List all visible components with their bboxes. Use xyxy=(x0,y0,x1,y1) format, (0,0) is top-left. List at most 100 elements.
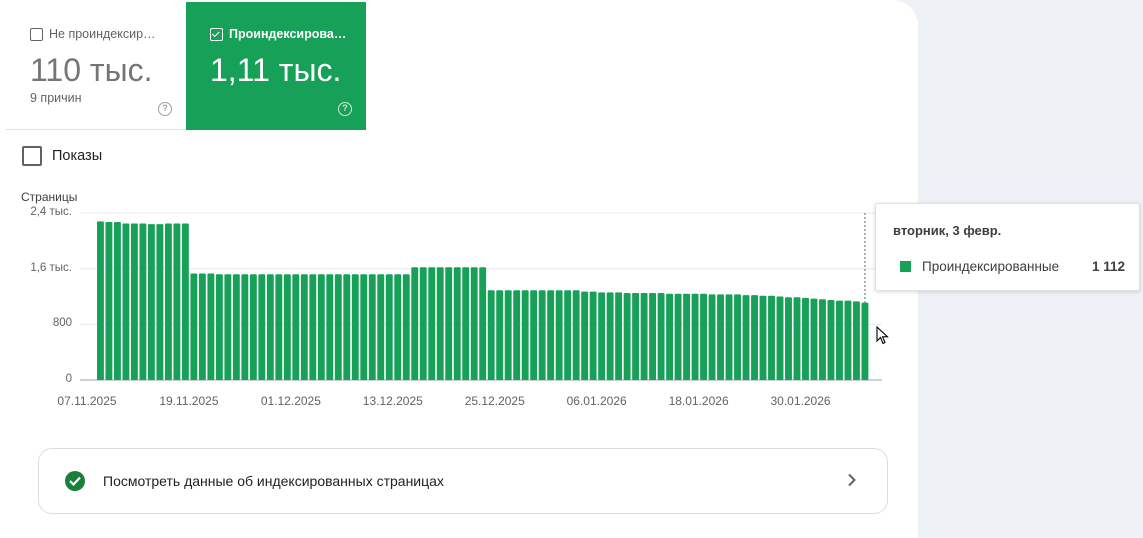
chart-bar[interactable] xyxy=(717,294,724,380)
chart-bar[interactable] xyxy=(453,267,461,380)
chart-bar[interactable] xyxy=(555,290,563,380)
chart-bar[interactable] xyxy=(581,291,589,380)
chart-bar[interactable] xyxy=(470,267,478,380)
chart-bar[interactable] xyxy=(428,267,436,380)
chart-bar[interactable] xyxy=(309,274,317,380)
chart-bar[interactable] xyxy=(776,296,784,381)
chart-bar[interactable] xyxy=(844,300,852,380)
chart-bar[interactable] xyxy=(215,274,223,380)
chart-bar[interactable] xyxy=(734,294,741,380)
chart-bar[interactable] xyxy=(139,223,147,380)
chart-tooltip: вторник, 3 февр. Проиндексированные 1 11… xyxy=(875,203,1140,291)
chart-bar[interactable] xyxy=(683,293,691,380)
chart-bar[interactable] xyxy=(538,290,546,380)
chart-bar[interactable] xyxy=(266,274,274,380)
chart-bar[interactable] xyxy=(258,274,266,380)
chart-bar[interactable] xyxy=(819,299,826,380)
chart-bar[interactable] xyxy=(351,274,359,380)
chart-bar[interactable] xyxy=(283,274,291,380)
chart-bar[interactable] xyxy=(640,293,648,380)
chart-bar[interactable] xyxy=(97,221,104,380)
chart-bar[interactable] xyxy=(513,290,521,380)
chart-bar[interactable] xyxy=(836,300,843,380)
chart-bar[interactable] xyxy=(317,274,325,380)
chart-bar[interactable] xyxy=(810,298,818,380)
chart-bar[interactable] xyxy=(691,293,699,380)
chart-bar[interactable] xyxy=(436,267,444,380)
view-indexed-pages-link[interactable]: Посмотреть данные об индексированных стр… xyxy=(38,448,888,514)
chart-bar[interactable] xyxy=(674,293,682,380)
chart-bar[interactable] xyxy=(368,274,376,380)
chart-bar[interactable] xyxy=(360,274,368,380)
chart-bar[interactable] xyxy=(402,274,410,380)
chart-bar[interactable] xyxy=(249,274,257,380)
tooltip-date: вторник, 3 февр. xyxy=(893,223,1002,238)
chart-bar[interactable] xyxy=(190,273,198,380)
chart-bar[interactable] xyxy=(496,290,504,380)
chart-bar[interactable] xyxy=(241,274,249,380)
chart-bar[interactable] xyxy=(649,293,657,380)
chart-bar[interactable] xyxy=(802,297,809,380)
chart-bar[interactable] xyxy=(827,299,835,380)
chart-bar[interactable] xyxy=(334,274,342,380)
chart-bar[interactable] xyxy=(207,273,215,380)
chart-bar[interactable] xyxy=(292,274,300,380)
chart-bar[interactable] xyxy=(606,292,614,380)
chart-bar[interactable] xyxy=(708,294,716,380)
chart-bar[interactable] xyxy=(326,274,334,380)
chart-bar[interactable] xyxy=(105,222,113,380)
chart-bar[interactable] xyxy=(564,290,572,380)
chart-bar[interactable] xyxy=(547,290,555,380)
chart-bar[interactable] xyxy=(113,222,121,380)
chart-bar[interactable] xyxy=(445,267,453,380)
chart-bar[interactable] xyxy=(164,223,172,380)
chart-bar[interactable] xyxy=(147,224,155,380)
indexed-pages-chart[interactable] xyxy=(0,0,918,420)
chart-bar[interactable] xyxy=(521,290,529,380)
x-tick-label: 30.01.2026 xyxy=(770,394,831,408)
chart-bar[interactable] xyxy=(742,295,750,380)
chart-bar[interactable] xyxy=(156,224,164,380)
chart-bar[interactable] xyxy=(700,293,707,380)
chart-bar[interactable] xyxy=(632,293,640,380)
chart-bar[interactable] xyxy=(462,267,470,380)
chart-bar[interactable] xyxy=(861,302,869,380)
chart-bar[interactable] xyxy=(623,293,631,380)
chart-bar[interactable] xyxy=(572,290,580,380)
chart-bar[interactable] xyxy=(198,273,206,380)
chart-bar[interactable] xyxy=(793,297,801,380)
x-tick-label: 06.01.2026 xyxy=(566,394,627,408)
chart-bar[interactable] xyxy=(181,223,189,380)
chart-bar[interactable] xyxy=(666,293,674,380)
chart-bar[interactable] xyxy=(504,290,512,380)
chart-bar[interactable] xyxy=(411,267,419,380)
chart-bar[interactable] xyxy=(615,292,623,380)
chart-bar[interactable] xyxy=(785,297,792,380)
chart-bar[interactable] xyxy=(725,294,733,380)
chevron-right-icon xyxy=(847,473,857,492)
chart-bar[interactable] xyxy=(343,274,351,380)
chart-bar[interactable] xyxy=(275,274,283,380)
chart-bar[interactable] xyxy=(853,301,860,380)
chart-bar[interactable] xyxy=(589,291,597,380)
chart-bar[interactable] xyxy=(479,267,487,380)
chart-bar[interactable] xyxy=(300,274,308,380)
chart-bar[interactable] xyxy=(487,290,495,380)
chart-bar[interactable] xyxy=(759,295,767,380)
chart-bar[interactable] xyxy=(232,274,240,380)
chart-bar[interactable] xyxy=(530,290,538,380)
chart-bar[interactable] xyxy=(598,292,606,380)
chart-bar[interactable] xyxy=(394,274,402,380)
chart-bar[interactable] xyxy=(377,274,385,380)
chart-bar[interactable] xyxy=(122,223,130,380)
chart-bar[interactable] xyxy=(173,223,181,380)
chart-bar[interactable] xyxy=(751,295,758,380)
chart-bar[interactable] xyxy=(768,295,775,380)
chart-bar[interactable] xyxy=(130,223,138,380)
x-tick-label: 18.01.2026 xyxy=(668,394,729,408)
mouse-cursor-icon xyxy=(876,326,889,345)
chart-bar[interactable] xyxy=(657,293,665,380)
chart-bar[interactable] xyxy=(385,274,393,380)
chart-bar[interactable] xyxy=(419,267,427,380)
chart-bar[interactable] xyxy=(224,274,232,380)
